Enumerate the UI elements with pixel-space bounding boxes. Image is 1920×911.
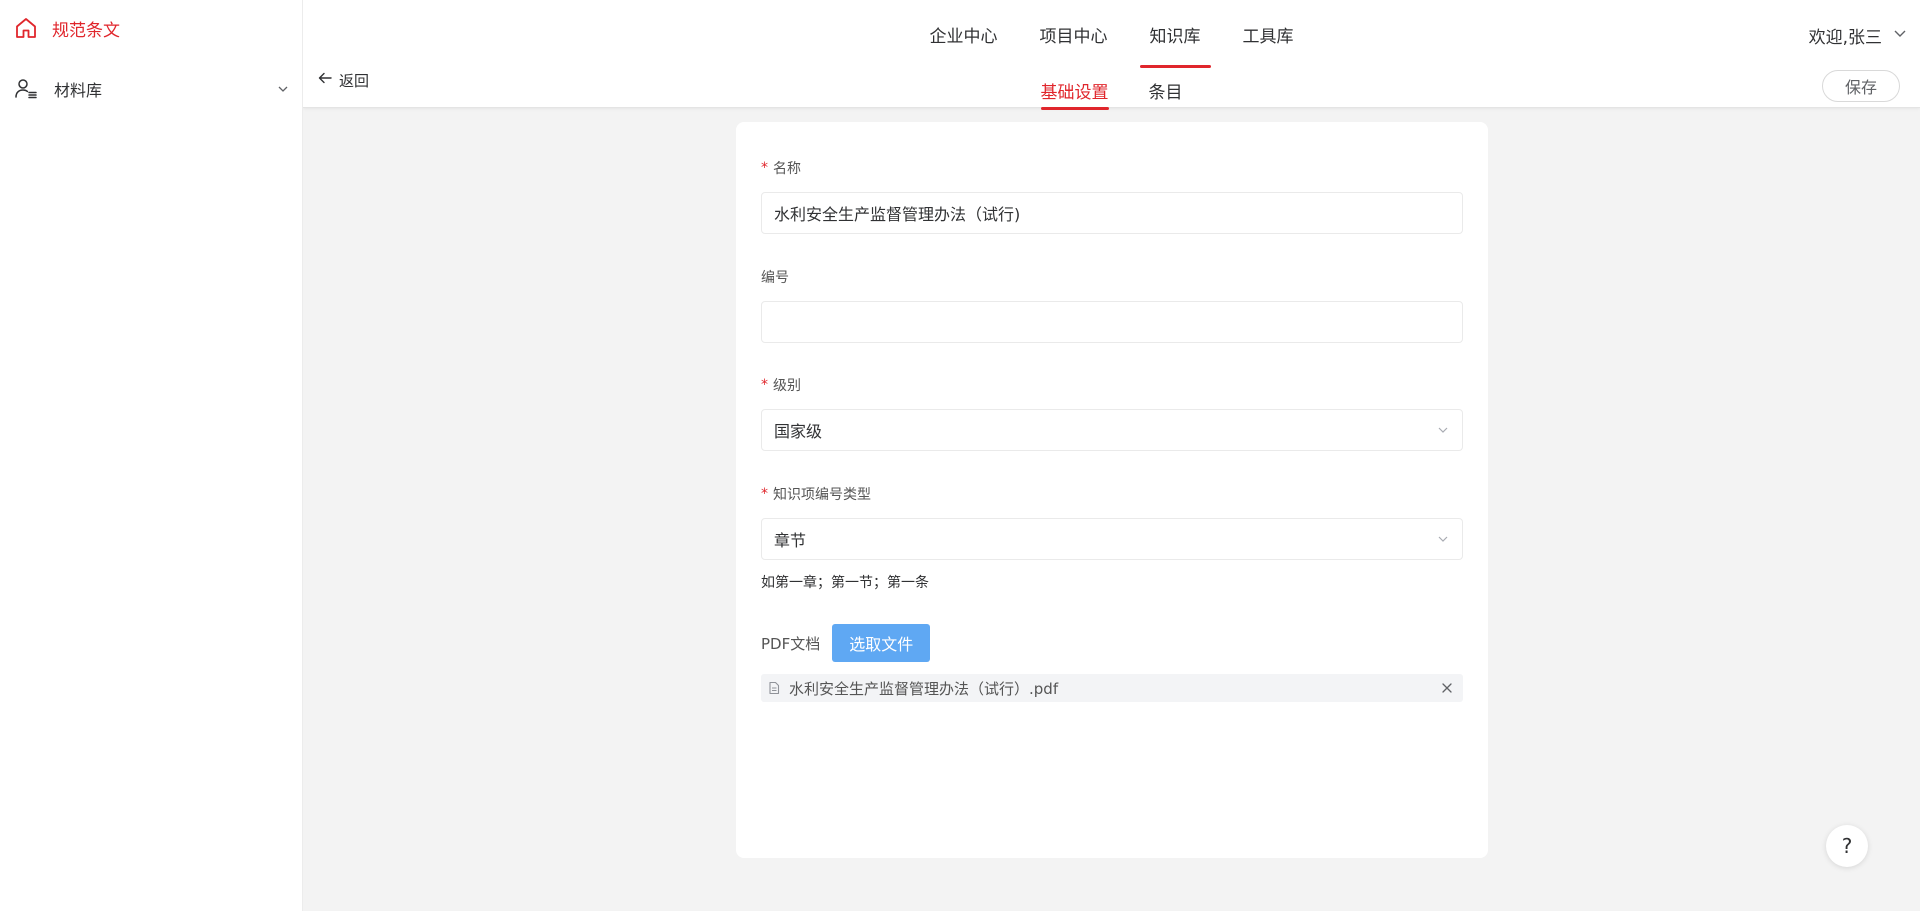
chevron-down-icon bbox=[1892, 25, 1908, 46]
numbering-type-field: * 知识项编号类型 章节 如第一章；第一节；第一条 bbox=[761, 484, 1463, 592]
code-label-row: 编号 bbox=[761, 267, 1463, 287]
name-input-value: 水利安全生产监督管理办法（试行) bbox=[774, 205, 1021, 224]
numbering-type-select[interactable]: 章节 bbox=[761, 518, 1463, 560]
user-menu[interactable]: 欢迎,张三 bbox=[1809, 22, 1908, 48]
nav-knowledge-base[interactable]: 知识库 bbox=[1139, 0, 1211, 68]
level-select-value: 国家级 bbox=[774, 422, 823, 441]
sidebar-item-label: 材料库 bbox=[54, 81, 103, 100]
required-mark: * bbox=[761, 486, 768, 502]
pdf-label: PDF文档 bbox=[761, 634, 821, 653]
tab-entries[interactable]: 条目 bbox=[1149, 68, 1183, 108]
nav-tool-library[interactable]: 工具库 bbox=[1235, 0, 1302, 68]
level-field: * 级别 国家级 bbox=[761, 375, 1463, 451]
document-icon bbox=[767, 681, 781, 695]
main-nav: 企业中心 项目中心 知识库 工具库 bbox=[303, 0, 1920, 68]
help-button[interactable]: ? bbox=[1826, 825, 1868, 867]
required-mark: * bbox=[761, 377, 768, 393]
top-bar: 企业中心 项目中心 知识库 工具库 欢迎,张三 返回 基础设置 条目 保存 bbox=[303, 0, 1920, 110]
form-card: * 名称 水利安全生产监督管理办法（试行) 编号 * 级别 国家级 * 知识项编… bbox=[736, 122, 1488, 858]
sidebar: 规范条文 材料库 bbox=[0, 0, 303, 911]
uploaded-file-item[interactable]: 水利安全生产监督管理办法（试行）.pdf bbox=[761, 674, 1463, 702]
user-greeting: 欢迎,张三 bbox=[1808, 27, 1882, 48]
chevron-down-icon bbox=[1436, 532, 1450, 546]
numbering-select-value: 章节 bbox=[774, 531, 807, 550]
sidebar-item-materials[interactable]: 材料库 bbox=[14, 74, 290, 104]
home-icon bbox=[14, 16, 38, 40]
close-icon[interactable] bbox=[1441, 682, 1453, 694]
name-field: * 名称 水利安全生产监督管理办法（试行) bbox=[761, 158, 1463, 234]
chevron-down-icon bbox=[276, 82, 290, 96]
name-label: 名称 bbox=[773, 161, 801, 177]
code-input[interactable] bbox=[761, 301, 1463, 343]
code-label: 编号 bbox=[761, 270, 789, 286]
brand-title: 规范条文 bbox=[52, 20, 120, 41]
nav-enterprise-center[interactable]: 企业中心 bbox=[922, 0, 1006, 68]
user-list-icon bbox=[14, 77, 38, 101]
numbering-hint: 如第一章；第一节；第一条 bbox=[761, 575, 929, 591]
level-label: 级别 bbox=[773, 378, 801, 394]
uploaded-file-name: 水利安全生产监督管理办法（试行）.pdf bbox=[789, 679, 1059, 698]
numbering-label-row: * 知识项编号类型 bbox=[761, 484, 1463, 504]
nav-project-center[interactable]: 项目中心 bbox=[1032, 0, 1116, 68]
name-label-row: * 名称 bbox=[761, 158, 1463, 178]
numbering-label: 知识项编号类型 bbox=[773, 487, 871, 503]
pdf-upload-row: PDF文档 选取文件 bbox=[761, 624, 931, 662]
level-label-row: * 级别 bbox=[761, 375, 1463, 395]
tab-basic-settings[interactable]: 基础设置 bbox=[1040, 68, 1109, 110]
select-file-button[interactable]: 选取文件 bbox=[832, 624, 931, 662]
chevron-down-icon bbox=[1436, 423, 1450, 437]
required-mark: * bbox=[761, 160, 768, 176]
brand[interactable]: 规范条文 bbox=[14, 14, 120, 42]
save-button[interactable]: 保存 bbox=[1822, 70, 1900, 102]
code-field: 编号 bbox=[761, 267, 1463, 343]
name-input[interactable]: 水利安全生产监督管理办法（试行) bbox=[761, 192, 1463, 234]
sub-tabs: 基础设置 条目 bbox=[303, 68, 1920, 110]
level-select[interactable]: 国家级 bbox=[761, 409, 1463, 451]
